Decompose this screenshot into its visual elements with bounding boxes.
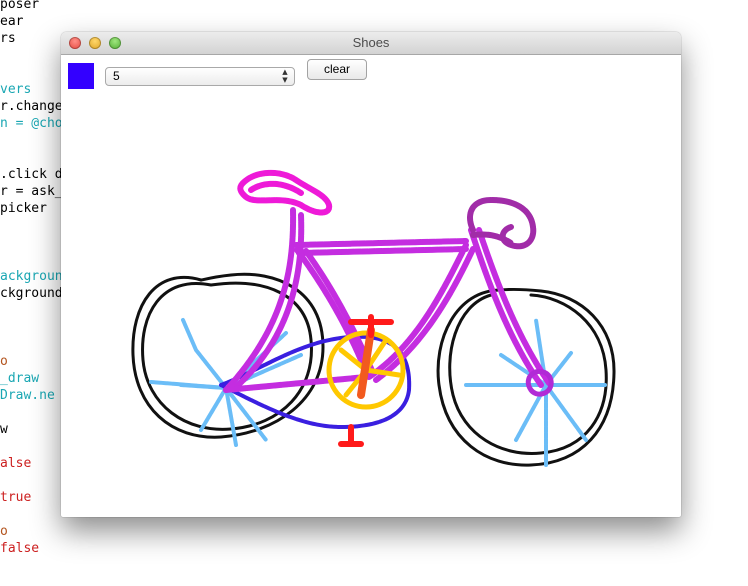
window-title: Shoes	[352, 35, 390, 50]
code-line: n = @cho	[0, 116, 63, 131]
code-line: alse	[0, 456, 32, 471]
code-line: picker	[0, 201, 47, 216]
code-line: _draw	[0, 371, 40, 386]
bicycle-seat	[237, 169, 333, 216]
code-line: w	[0, 422, 8, 437]
code-line: vers	[0, 82, 32, 97]
code-line: ackgroun	[0, 269, 63, 284]
code-line: poser	[0, 0, 40, 12]
crank	[357, 326, 375, 399]
code-line: Draw.ne	[0, 388, 55, 403]
code-line: ear	[0, 14, 24, 29]
code-line: r = ask_	[0, 184, 63, 199]
code-line: false	[0, 541, 40, 556]
drawing-canvas[interactable]	[61, 55, 681, 517]
code-line: o	[0, 524, 8, 539]
code-line: ckground	[0, 286, 63, 301]
code-line: rs	[0, 31, 16, 46]
code-line: true	[0, 490, 32, 505]
front-wheel	[436, 287, 616, 467]
window-titlebar[interactable]: Shoes	[61, 32, 681, 55]
code-line: .click d	[0, 167, 63, 182]
code-line: o	[0, 354, 8, 369]
code-line: r.change	[0, 99, 63, 114]
bicycle-drawing	[131, 169, 616, 467]
shoes-window: Shoes 5 ▲ ▼ clear	[61, 32, 681, 517]
